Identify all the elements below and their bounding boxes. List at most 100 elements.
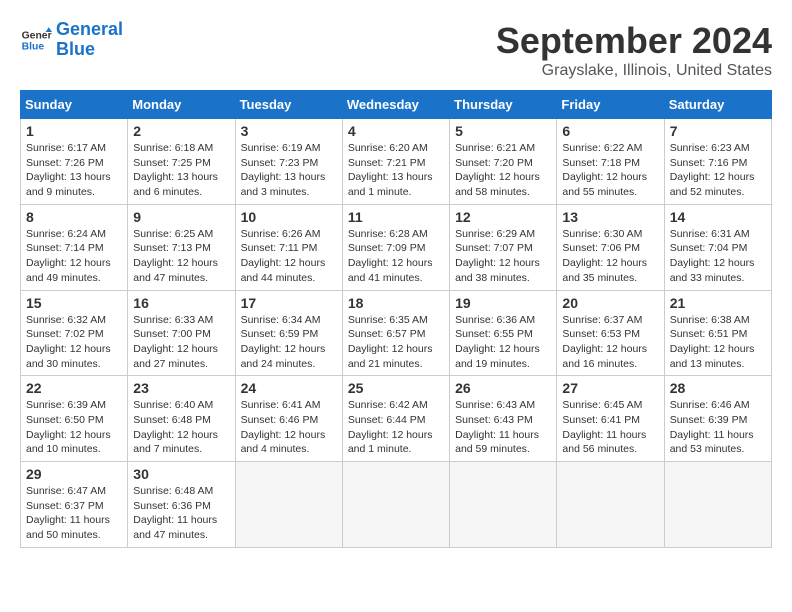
day-info: Sunrise: 6:48 AM Sunset: 6:36 PM Dayligh…: [133, 484, 229, 543]
page-subtitle: Grayslake, Illinois, United States: [496, 62, 772, 80]
day-number: 20: [562, 295, 658, 311]
calendar-day-header: Saturday: [664, 91, 771, 119]
day-number: 17: [241, 295, 337, 311]
calendar-day-header: Tuesday: [235, 91, 342, 119]
logo-icon: General Blue: [20, 24, 52, 56]
calendar-day-cell: 2Sunrise: 6:18 AM Sunset: 7:25 PM Daylig…: [128, 119, 235, 205]
calendar-day-header: Wednesday: [342, 91, 449, 119]
calendar-day-cell: 5 Sunrise: 6:21 AM Sunset: 7:20 PM Daylig…: [450, 119, 557, 205]
calendar-day-cell: 21 Sunrise: 6:38 AM Sunset: 6:51 PM Dayli…: [664, 290, 771, 376]
day-number: 18: [348, 295, 444, 311]
day-info: Sunrise: 6:26 AM Sunset: 7:11 PM Dayligh…: [241, 227, 337, 286]
day-info: Sunrise: 6:21 AM Sunset: 7:20 PM Dayligh…: [455, 141, 551, 200]
svg-text:Blue: Blue: [22, 41, 45, 52]
calendar-day-cell: 8 Sunrise: 6:24 AM Sunset: 7:14 PM Daylig…: [21, 204, 128, 290]
calendar-day-cell: 30 Sunrise: 6:48 AM Sunset: 6:36 PM Dayli…: [128, 462, 235, 548]
day-number: 21: [670, 295, 766, 311]
day-number: 14: [670, 209, 766, 225]
calendar-day-cell: 22 Sunrise: 6:39 AM Sunset: 6:50 PM Dayli…: [21, 376, 128, 462]
day-number: 16: [133, 295, 229, 311]
day-info: Sunrise: 6:40 AM Sunset: 6:48 PM Dayligh…: [133, 398, 229, 457]
title-area: September 2024 Grayslake, Illinois, Unit…: [496, 20, 772, 80]
calendar-day-cell: 18 Sunrise: 6:35 AM Sunset: 6:57 PM Dayli…: [342, 290, 449, 376]
calendar-table: SundayMondayTuesdayWednesdayThursdayFrid…: [20, 90, 772, 548]
day-number: 15: [26, 295, 122, 311]
calendar-day-cell: 29 Sunrise: 6:47 AM Sunset: 6:37 PM Dayli…: [21, 462, 128, 548]
day-info: Sunrise: 6:22 AM Sunset: 7:18 PM Dayligh…: [562, 141, 658, 200]
calendar-day-header: Friday: [557, 91, 664, 119]
day-number: 11: [348, 209, 444, 225]
day-info: Sunrise: 6:45 AM Sunset: 6:41 PM Dayligh…: [562, 398, 658, 457]
day-info: Sunrise: 6:42 AM Sunset: 6:44 PM Dayligh…: [348, 398, 444, 457]
day-info: Sunrise: 6:43 AM Sunset: 6:43 PM Dayligh…: [455, 398, 551, 457]
day-number: 28: [670, 380, 766, 396]
day-number: 19: [455, 295, 551, 311]
calendar-header: SundayMondayTuesdayWednesdayThursdayFrid…: [21, 91, 772, 119]
day-number: 2: [133, 123, 229, 139]
day-number: 9: [133, 209, 229, 225]
day-number: 4: [348, 123, 444, 139]
day-info: Sunrise: 6:38 AM Sunset: 6:51 PM Dayligh…: [670, 313, 766, 372]
calendar-day-cell: 9 Sunrise: 6:25 AM Sunset: 7:13 PM Daylig…: [128, 204, 235, 290]
day-info: Sunrise: 6:25 AM Sunset: 7:13 PM Dayligh…: [133, 227, 229, 286]
calendar-day-cell: 7Sunrise: 6:23 AM Sunset: 7:16 PM Daylig…: [664, 119, 771, 205]
day-number: 24: [241, 380, 337, 396]
calendar-day-cell: 6 Sunrise: 6:22 AM Sunset: 7:18 PM Daylig…: [557, 119, 664, 205]
logo-text: GeneralBlue: [56, 20, 123, 60]
svg-text:General: General: [22, 30, 52, 41]
calendar-day-cell: [450, 462, 557, 548]
page-header: General Blue GeneralBlue September 2024 …: [20, 20, 772, 80]
calendar-day-cell: [235, 462, 342, 548]
calendar-day-cell: 26 Sunrise: 6:43 AM Sunset: 6:43 PM Dayli…: [450, 376, 557, 462]
calendar-day-cell: [342, 462, 449, 548]
day-number: 26: [455, 380, 551, 396]
calendar-day-cell: [557, 462, 664, 548]
calendar-week-row: 8 Sunrise: 6:24 AM Sunset: 7:14 PM Daylig…: [21, 204, 772, 290]
day-number: 8: [26, 209, 122, 225]
day-number: 29: [26, 466, 122, 482]
calendar-day-cell: 13Sunrise: 6:30 AM Sunset: 7:06 PM Dayli…: [557, 204, 664, 290]
day-info: Sunrise: 6:47 AM Sunset: 6:37 PM Dayligh…: [26, 484, 122, 543]
logo: General Blue GeneralBlue: [20, 20, 123, 60]
day-number: 6: [562, 123, 658, 139]
day-number: 22: [26, 380, 122, 396]
day-info: Sunrise: 6:41 AM Sunset: 6:46 PM Dayligh…: [241, 398, 337, 457]
day-number: 3: [241, 123, 337, 139]
calendar-day-cell: 23 Sunrise: 6:40 AM Sunset: 6:48 PM Dayli…: [128, 376, 235, 462]
day-info: Sunrise: 6:29 AM Sunset: 7:07 PM Dayligh…: [455, 227, 551, 286]
calendar-day-cell: 24 Sunrise: 6:41 AM Sunset: 6:46 PM Dayli…: [235, 376, 342, 462]
calendar-day-cell: 3 Sunrise: 6:19 AM Sunset: 7:23 PM Daylig…: [235, 119, 342, 205]
day-number: 23: [133, 380, 229, 396]
day-info: Sunrise: 6:24 AM Sunset: 7:14 PM Dayligh…: [26, 227, 122, 286]
calendar-day-header: Monday: [128, 91, 235, 119]
calendar-day-cell: [664, 462, 771, 548]
day-number: 5: [455, 123, 551, 139]
day-number: 12: [455, 209, 551, 225]
day-info: Sunrise: 6:36 AM Sunset: 6:55 PM Dayligh…: [455, 313, 551, 372]
calendar-day-cell: 19 Sunrise: 6:36 AM Sunset: 6:55 PM Dayli…: [450, 290, 557, 376]
calendar-day-cell: 16 Sunrise: 6:33 AM Sunset: 7:00 PM Dayli…: [128, 290, 235, 376]
calendar-day-cell: 27Sunrise: 6:45 AM Sunset: 6:41 PM Dayli…: [557, 376, 664, 462]
calendar-day-cell: 15Sunrise: 6:32 AM Sunset: 7:02 PM Dayli…: [21, 290, 128, 376]
calendar-day-cell: 17Sunrise: 6:34 AM Sunset: 6:59 PM Dayli…: [235, 290, 342, 376]
day-info: Sunrise: 6:23 AM Sunset: 7:16 PM Dayligh…: [670, 141, 766, 200]
day-number: 13: [562, 209, 658, 225]
day-info: Sunrise: 6:28 AM Sunset: 7:09 PM Dayligh…: [348, 227, 444, 286]
day-number: 25: [348, 380, 444, 396]
day-info: Sunrise: 6:33 AM Sunset: 7:00 PM Dayligh…: [133, 313, 229, 372]
day-info: Sunrise: 6:35 AM Sunset: 6:57 PM Dayligh…: [348, 313, 444, 372]
calendar-week-row: 1Sunrise: 6:17 AM Sunset: 7:26 PM Daylig…: [21, 119, 772, 205]
day-info: Sunrise: 6:37 AM Sunset: 6:53 PM Dayligh…: [562, 313, 658, 372]
calendar-header-row: SundayMondayTuesdayWednesdayThursdayFrid…: [21, 91, 772, 119]
calendar-body: 1Sunrise: 6:17 AM Sunset: 7:26 PM Daylig…: [21, 119, 772, 548]
day-info: Sunrise: 6:19 AM Sunset: 7:23 PM Dayligh…: [241, 141, 337, 200]
day-number: 30: [133, 466, 229, 482]
calendar-day-header: Sunday: [21, 91, 128, 119]
calendar-week-row: 15Sunrise: 6:32 AM Sunset: 7:02 PM Dayli…: [21, 290, 772, 376]
calendar-week-row: 29 Sunrise: 6:47 AM Sunset: 6:37 PM Dayli…: [21, 462, 772, 548]
calendar-day-cell: 11 Sunrise: 6:28 AM Sunset: 7:09 PM Dayli…: [342, 204, 449, 290]
calendar-day-cell: 12 Sunrise: 6:29 AM Sunset: 7:07 PM Dayli…: [450, 204, 557, 290]
page-title: September 2024: [496, 20, 772, 62]
day-info: Sunrise: 6:39 AM Sunset: 6:50 PM Dayligh…: [26, 398, 122, 457]
day-info: Sunrise: 6:46 AM Sunset: 6:39 PM Dayligh…: [670, 398, 766, 457]
